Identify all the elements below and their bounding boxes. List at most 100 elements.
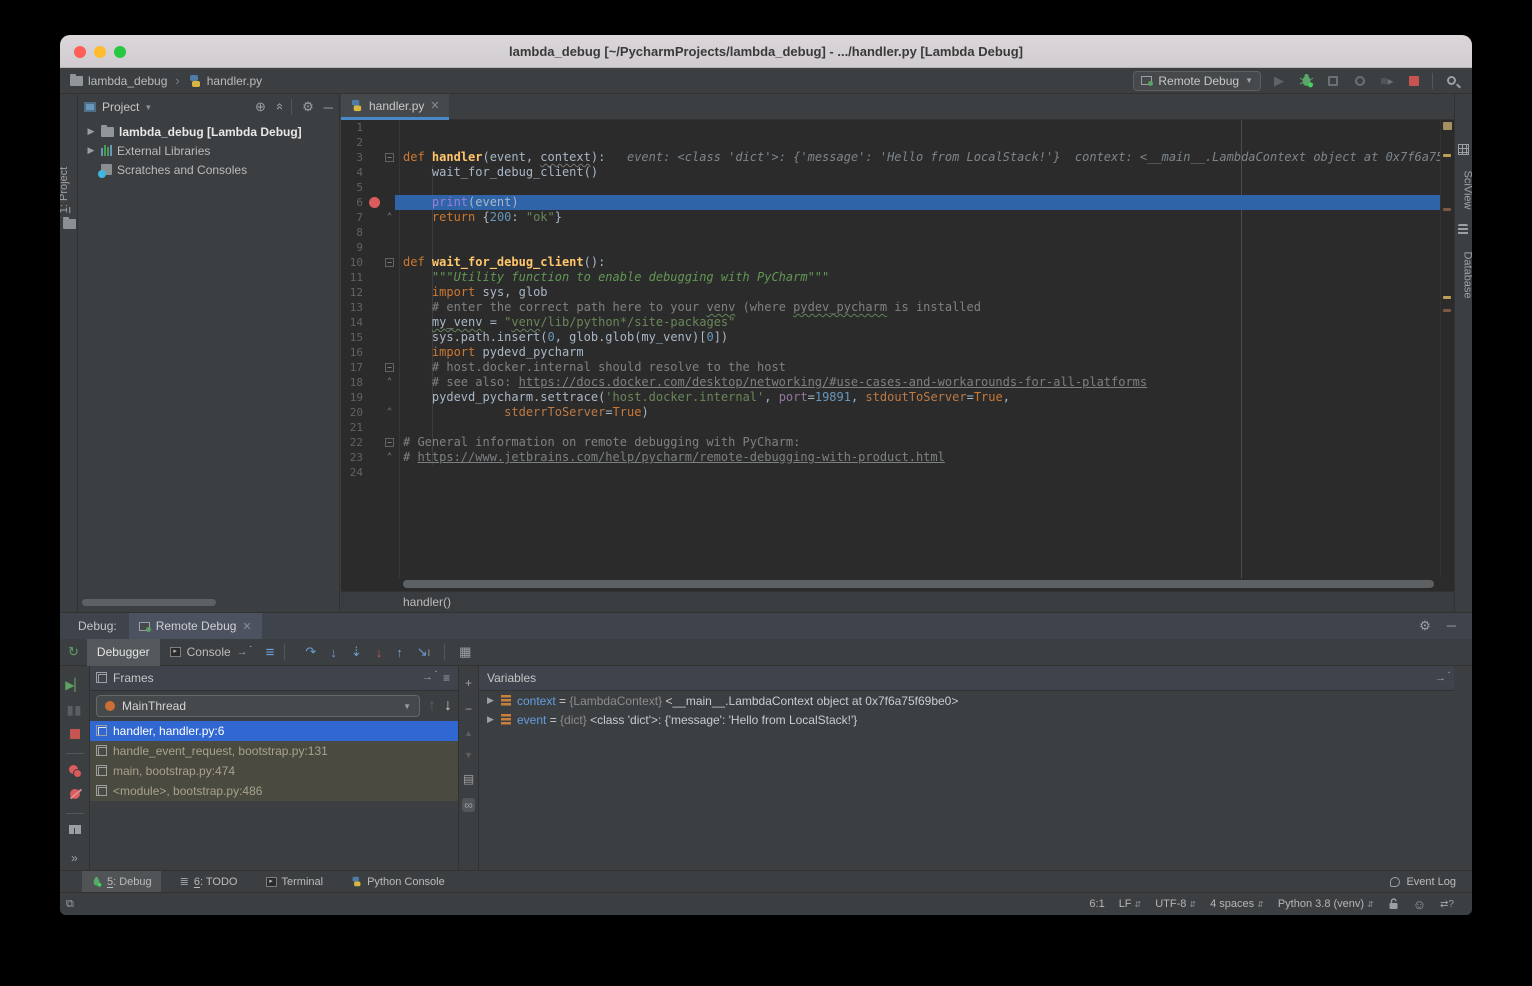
file-encoding[interactable]: UTF-8⇵ <box>1155 898 1196 910</box>
code-line-1[interactable]: 1 <box>341 120 1440 135</box>
show-watches-toggle-icon[interactable]: ∞ <box>462 798 475 812</box>
tree-item[interactable]: ▶External Libraries <box>78 141 339 160</box>
fold-end-icon[interactable]: ⌃ <box>385 378 394 387</box>
expand-arrow-icon[interactable]: ▶ <box>86 126 96 137</box>
code-line-19[interactable]: 19 pydevd_pycharm.settrace('host.docker.… <box>341 390 1440 405</box>
code-line-13[interactable]: 13 # enter the correct path here to your… <box>341 300 1440 315</box>
sync-status-icon[interactable]: ⇄? <box>1440 899 1454 910</box>
expand-arrow-icon[interactable]: ▶ <box>86 145 96 156</box>
frame-row[interactable]: handler, handler.py:6 <box>90 721 458 741</box>
code-line-12[interactable]: 12 import sys, glob <box>341 285 1440 300</box>
code-line-8[interactable]: 8 <box>341 225 1440 240</box>
profiler-button[interactable] <box>1351 72 1369 90</box>
frame-row[interactable]: main, bootstrap.py:474 <box>90 761 458 781</box>
fold-end-icon[interactable]: ⌃ <box>385 408 394 417</box>
step-into-my-code-icon[interactable]: ⇣ <box>351 644 362 660</box>
force-step-into-icon[interactable]: ↓ <box>376 645 383 660</box>
expand-arrow-icon[interactable]: ▶ <box>487 714 495 725</box>
collapse-all-icon[interactable]: » <box>271 104 286 109</box>
caret-position[interactable]: 6:1 <box>1089 898 1104 910</box>
code-line-24[interactable]: 24 <box>341 465 1440 480</box>
fold-end-icon[interactable]: ⌃ <box>385 213 394 222</box>
fold-end-icon[interactable]: ⌃ <box>385 453 394 462</box>
code-line-4[interactable]: 4 wait_for_debug_client() <box>341 165 1440 180</box>
step-over-icon[interactable]: ↷ <box>305 644 316 660</box>
code-editor[interactable]: 123−def handler(event, context): event: … <box>341 120 1440 578</box>
pin-icon[interactable]: → <box>422 671 433 685</box>
restore-layout-icon[interactable] <box>69 825 81 834</box>
step-into-icon[interactable]: ↓ <box>330 645 337 660</box>
code-line-17[interactable]: 17− # host.docker.internal should resolv… <box>341 360 1440 375</box>
more-actions-icon[interactable]: » <box>71 851 78 865</box>
code-line-18[interactable]: 18⌃ # see also: https://docs.docker.com/… <box>341 375 1440 390</box>
run-config-selector[interactable]: Remote Debug ▼ <box>1133 71 1261 91</box>
code-line-7[interactable]: 7⌃ return {200: "ok"} <box>341 210 1440 225</box>
pin-icon[interactable]: → <box>237 646 248 658</box>
fold-collapse-icon[interactable]: − <box>385 153 394 162</box>
rerun-icon[interactable]: ↻ <box>68 644 79 660</box>
tree-item[interactable]: Scratches and Consoles <box>78 160 339 179</box>
code-line-3[interactable]: 3−def handler(event, context): event: <c… <box>341 150 1440 165</box>
breadcrumb-file[interactable]: handler.py <box>207 74 262 88</box>
code-line-10[interactable]: 10−def wait_for_debug_client(): <box>341 255 1440 270</box>
mute-breakpoints-icon[interactable] <box>70 788 80 802</box>
breakpoint-dot[interactable] <box>369 197 380 208</box>
frame-row[interactable]: handle_event_request, bootstrap.py:131 <box>90 741 458 761</box>
close-icon[interactable]: ✕ <box>242 620 251 633</box>
python-interpreter[interactable]: Python 3.8 (venv)⇵ <box>1278 898 1374 910</box>
tool-window-button----todo[interactable]: ≣6: TODO <box>171 871 247 893</box>
next-frame-icon[interactable]: ↓ <box>444 697 452 715</box>
project-panel-title[interactable]: Project <box>102 100 139 114</box>
variable-row[interactable]: ▶event = {dict} <class 'dict'>: {'messag… <box>479 710 1454 729</box>
editor-error-stripe[interactable] <box>1440 120 1454 578</box>
menu-icon[interactable]: ≡ <box>443 671 450 685</box>
locate-file-icon[interactable]: ⊕ <box>255 99 266 115</box>
code-line-2[interactable]: 2 <box>341 135 1440 150</box>
view-breakpoints-icon[interactable] <box>69 765 81 777</box>
gear-icon[interactable]: ⚙ <box>302 99 314 115</box>
highlighting-level-icon[interactable]: ☺ <box>1413 897 1426 912</box>
pause-icon[interactable]: ▮▮ <box>67 703 82 717</box>
move-up-icon[interactable]: ▲ <box>464 728 473 738</box>
editor-breadcrumbs[interactable]: handler() <box>341 591 1454 612</box>
tool-window-button-terminal[interactable]: ▸Terminal <box>257 871 333 893</box>
variable-row[interactable]: ▶context = {LambdaContext} <__main__.Lam… <box>479 691 1454 710</box>
thread-selector[interactable]: MainThread ▼ <box>96 695 420 717</box>
evaluate-expression-icon[interactable]: ▦ <box>459 644 471 660</box>
resume-icon[interactable]: ▶▏ <box>65 678 83 692</box>
fold-collapse-icon[interactable]: − <box>385 363 394 372</box>
code-line-20[interactable]: 20⌃ stderrToServer=True) <box>341 405 1440 420</box>
close-icon[interactable]: ✕ <box>430 99 439 112</box>
code-line-11[interactable]: 11 """Utility function to enable debuggi… <box>341 270 1440 285</box>
stop-icon[interactable] <box>70 728 80 742</box>
fold-collapse-icon[interactable]: − <box>385 438 394 447</box>
tool-button-database[interactable]: Database <box>1461 251 1472 298</box>
frame-row[interactable]: <module>, bootstrap.py:486 <box>90 781 458 801</box>
close-window-button[interactable] <box>74 46 86 58</box>
toolwindow-toggle-icon[interactable]: ⧉ <box>66 898 74 911</box>
minimize-window-button[interactable] <box>94 46 106 58</box>
code-line-22[interactable]: 22−# General information on remote debug… <box>341 435 1440 450</box>
tool-button-project[interactable]: 1: Project <box>60 167 70 213</box>
step-out-icon[interactable]: ↑ <box>396 645 403 660</box>
add-watch-icon[interactable]: + <box>465 676 472 690</box>
tool-button-sciview[interactable]: SciView <box>1462 171 1472 210</box>
code-line-23[interactable]: 23⌃# https://www.jetbrains.com/help/pych… <box>341 450 1440 465</box>
run-to-cursor-icon[interactable]: ↘I <box>417 644 430 660</box>
move-down-icon[interactable]: ▼ <box>464 750 473 760</box>
indent-style[interactable]: 4 spaces⇵ <box>1210 898 1264 910</box>
search-everywhere-icon[interactable] <box>1442 72 1460 90</box>
tab-debugger[interactable]: Debugger <box>87 639 160 666</box>
expand-arrow-icon[interactable]: ▶ <box>487 695 495 706</box>
previous-frame-icon[interactable]: ↑ <box>428 697 436 715</box>
run-with-options-button[interactable]: ≡▸ <box>1378 72 1396 90</box>
tree-item[interactable]: ▶lambda_debug [Lambda Debug] <box>78 122 339 141</box>
code-line-15[interactable]: 15 sys.path.insert(0, glob.glob(my_venv)… <box>341 330 1440 345</box>
tool-window-button-python-console[interactable]: Python Console <box>342 871 454 893</box>
tool-window-button----debug[interactable]: 5: Debug <box>82 871 161 893</box>
remove-watch-icon[interactable]: − <box>465 702 472 716</box>
tab-console[interactable]: ▸ Console → <box>160 639 258 666</box>
fold-collapse-icon[interactable]: − <box>385 258 394 267</box>
hide-panel-icon[interactable]: ─ <box>1447 618 1456 634</box>
project-horizontal-scrollbar[interactable] <box>82 599 216 606</box>
